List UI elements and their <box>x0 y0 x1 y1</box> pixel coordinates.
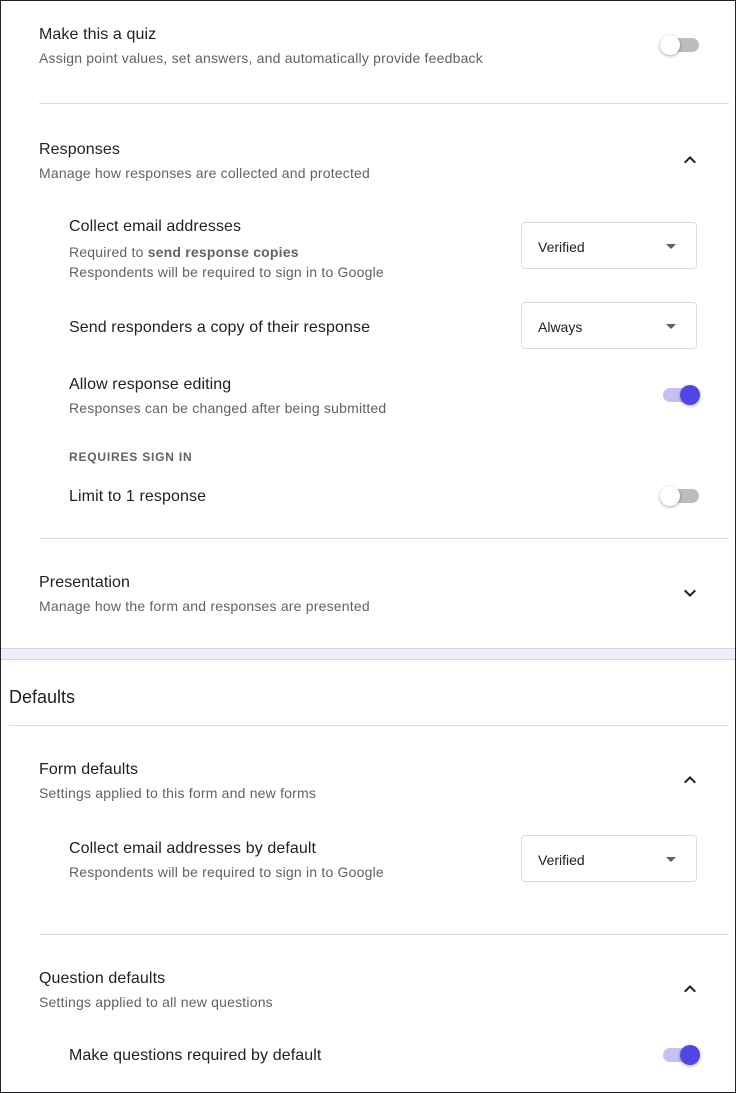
quiz-toggle[interactable] <box>660 33 700 57</box>
responses-description: Manage how responses are collected and p… <box>39 165 371 181</box>
allow-editing-toggle[interactable] <box>660 383 700 407</box>
dropdown-arrow-icon <box>666 857 676 862</box>
dropdown-arrow-icon <box>666 324 676 329</box>
toggle-knob <box>680 1045 700 1065</box>
defaults-heading: Defaults <box>9 687 76 707</box>
required-default-title: Make questions required by default <box>69 1047 322 1064</box>
send-copy-title: Send responders a copy of their response <box>69 319 371 336</box>
divider <box>39 538 729 539</box>
form-defaults-title: Form defaults <box>39 761 139 778</box>
collect-email-description: Respondents will be required to sign in … <box>69 264 384 280</box>
toggle-knob <box>680 385 700 405</box>
divider <box>39 103 729 104</box>
presentation-description: Manage how the form and responses are pr… <box>39 598 370 614</box>
collect-email-default-description: Respondents will be required to sign in … <box>69 864 384 880</box>
limit-one-title: Limit to 1 response <box>69 488 207 505</box>
chevron-down-icon[interactable] <box>678 581 702 605</box>
select-value: Verified <box>538 852 585 868</box>
collect-email-title: Collect email addresses <box>69 218 242 235</box>
requirement-link-text: send response copies <box>147 244 299 260</box>
requirement-prefix: Required to <box>69 244 144 260</box>
select-value: Verified <box>538 239 585 255</box>
chevron-up-icon[interactable] <box>678 148 702 172</box>
question-defaults-description: Settings applied to all new questions <box>39 994 273 1010</box>
collect-email-requirement: Required to send response copies <box>69 242 299 262</box>
allow-editing-title: Allow response editing <box>69 376 232 393</box>
toggle-knob <box>660 486 680 506</box>
responses-title: Responses <box>39 141 120 158</box>
collect-email-default-title: Collect email addresses by default <box>69 840 317 857</box>
chevron-up-icon[interactable] <box>678 977 702 1001</box>
divider <box>9 725 729 726</box>
send-copy-select[interactable]: Always <box>521 302 697 349</box>
collect-email-default-select[interactable]: Verified <box>521 835 697 882</box>
question-defaults-title: Question defaults <box>39 970 166 987</box>
toggle-knob <box>660 35 680 55</box>
form-defaults-description: Settings applied to this form and new fo… <box>39 785 317 801</box>
limit-one-toggle[interactable] <box>660 484 700 508</box>
quiz-title: Make this a quiz <box>39 26 157 43</box>
section-separator <box>1 648 735 660</box>
allow-editing-description: Responses can be changed after being sub… <box>69 400 387 416</box>
chevron-up-icon[interactable] <box>678 768 702 792</box>
quiz-description: Assign point values, set answers, and au… <box>39 50 483 66</box>
select-value: Always <box>538 319 583 335</box>
presentation-title: Presentation <box>39 574 131 591</box>
requires-sign-in-label: REQUIRES SIGN IN <box>69 450 193 464</box>
collect-email-select[interactable]: Verified <box>521 222 697 269</box>
divider <box>39 934 729 935</box>
required-default-toggle[interactable] <box>660 1043 700 1067</box>
dropdown-arrow-icon <box>666 244 676 249</box>
